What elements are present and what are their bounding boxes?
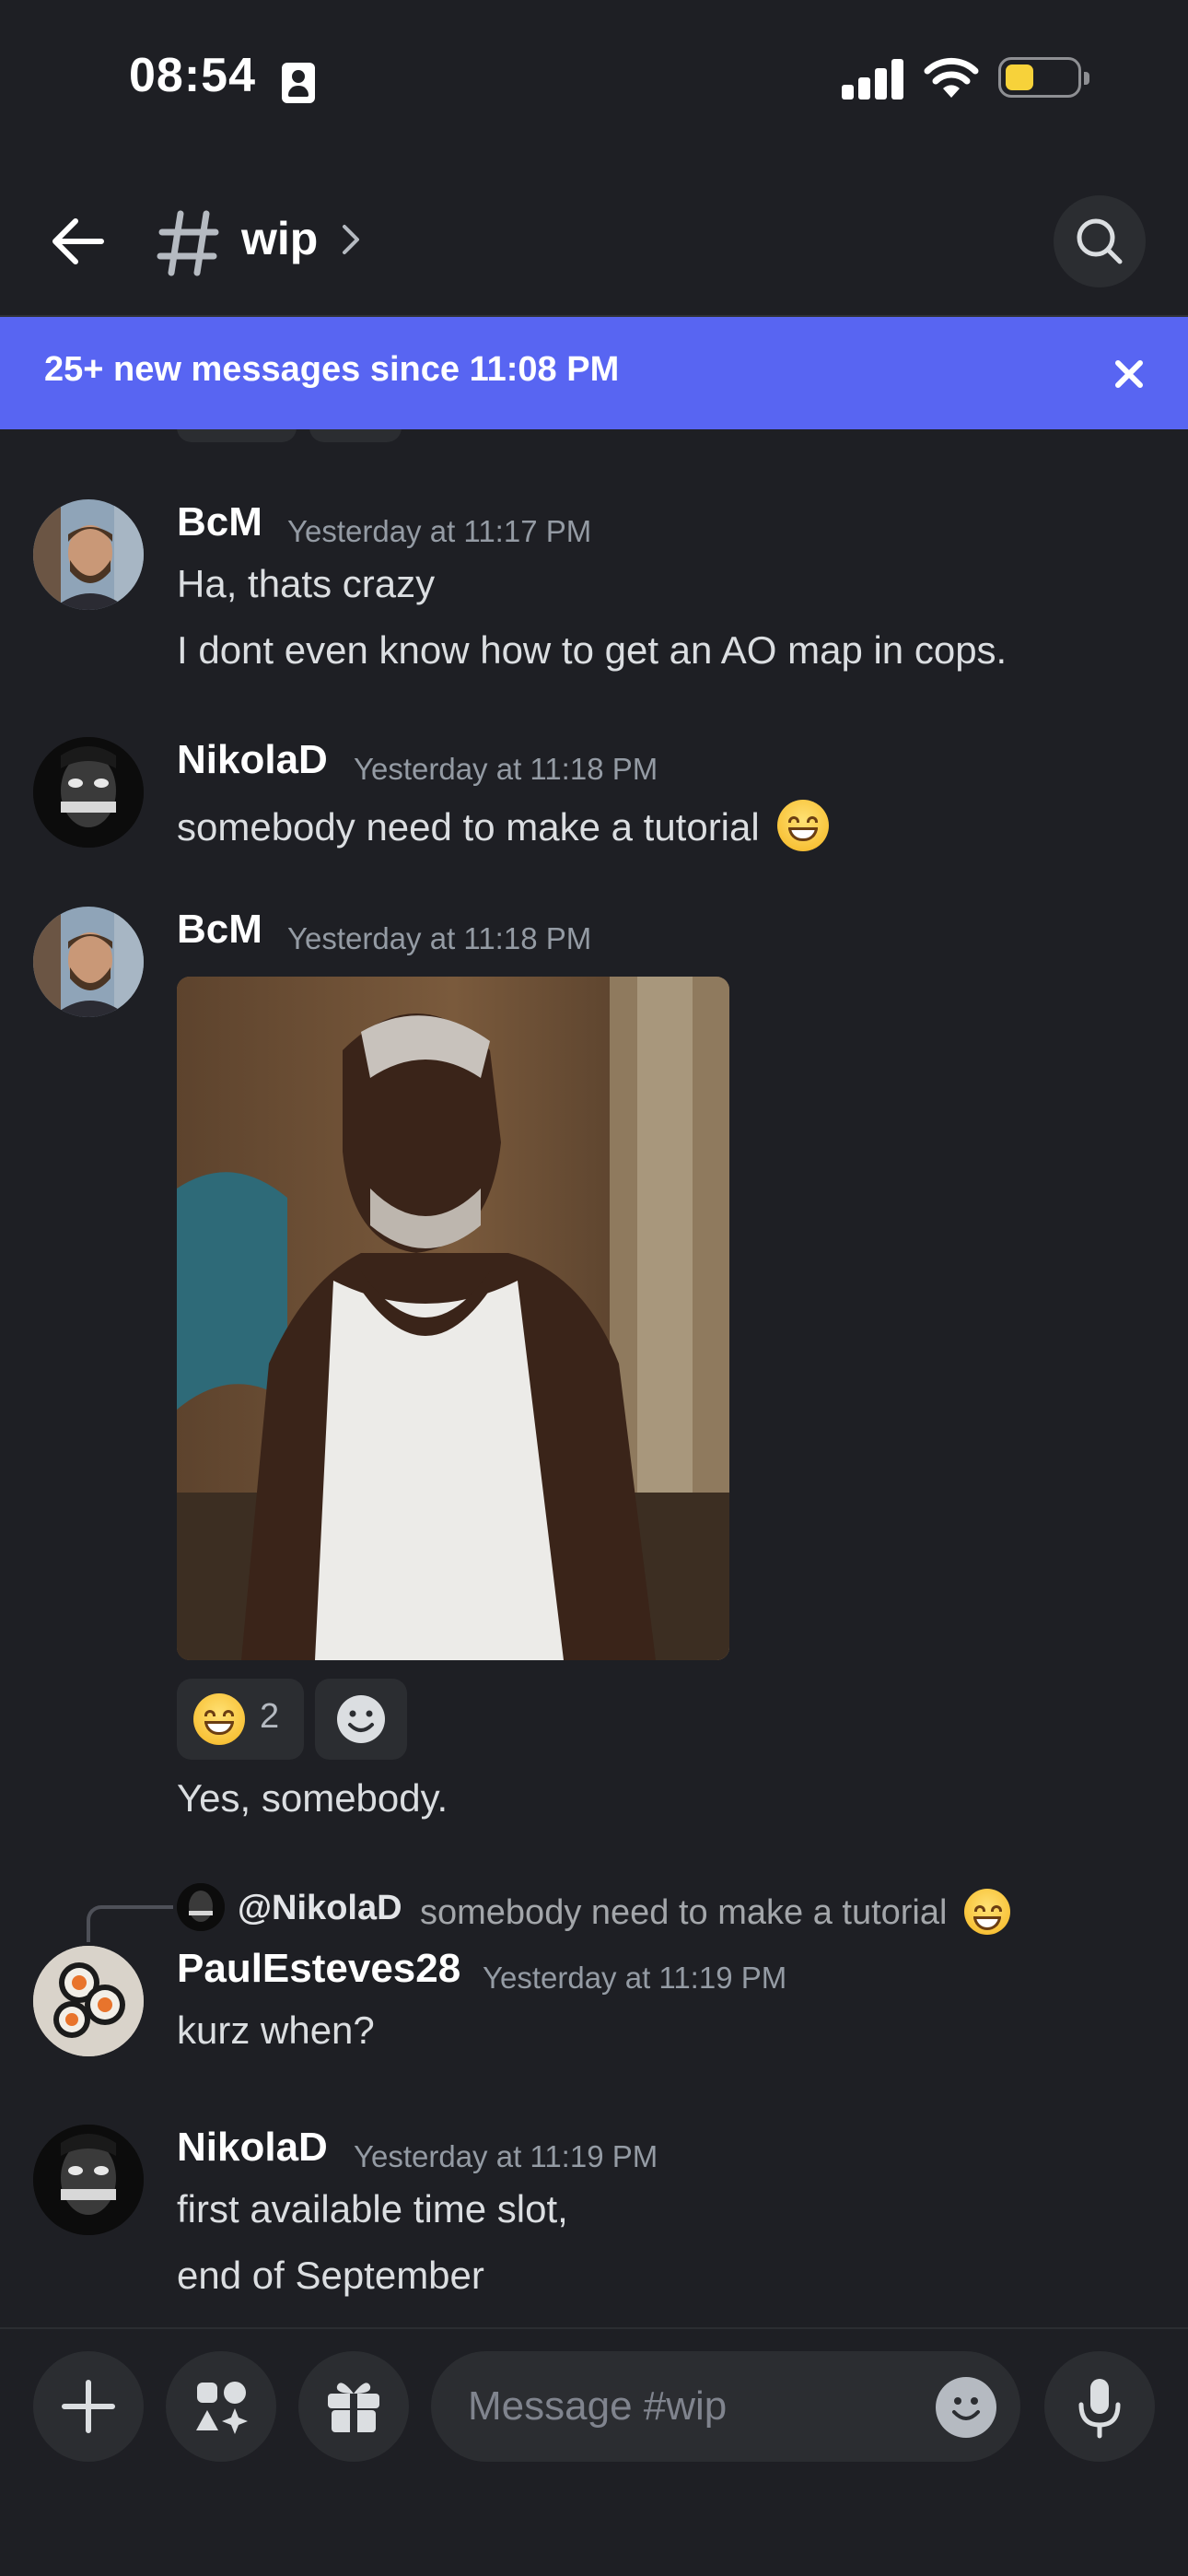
emoji-picker-button[interactable] [936, 2377, 996, 2438]
message-composer[interactable] [431, 2351, 1020, 2462]
message-text: somebody need to make a tutorial [177, 800, 830, 851]
username[interactable]: NikolaD [177, 737, 328, 783]
gift-icon [328, 2383, 379, 2432]
wifi-icon [924, 57, 979, 98]
timestamp: Yesterday at 11:17 PM [287, 514, 592, 548]
cellular-signal-icon [842, 59, 904, 100]
tears-of-joy-emoji [193, 1693, 245, 1745]
avatar[interactable] [33, 907, 144, 1017]
apps-icon [196, 2382, 248, 2434]
message-input[interactable] [468, 2377, 910, 2436]
reply-avatar [177, 1883, 225, 1931]
username[interactable]: NikolaD [177, 2125, 328, 2171]
battery-icon [998, 57, 1089, 98]
channel-hash-icon [157, 210, 219, 276]
message[interactable]: PaulEsteves28 Yesterday at 11:19 PM kurz… [0, 1946, 1188, 2056]
timestamp: Yesterday at 11:18 PM [287, 921, 592, 955]
message-text: Yes, somebody. [177, 1776, 448, 1820]
avatar[interactable] [33, 499, 144, 610]
message[interactable]: BcM Yesterday at 11:17 PM Ha, thats craz… [0, 499, 1188, 684]
message-text: Ha, thats crazy [177, 562, 436, 605]
reply-username[interactable]: @NikolaD [238, 1889, 402, 1928]
message-text: I dont even know how to get an AO map in… [177, 628, 1007, 672]
message-text: end of September [177, 2254, 484, 2297]
grinning-face-emoji [964, 1889, 1011, 1935]
gift-button[interactable] [298, 2351, 409, 2462]
apps-button[interactable] [166, 2351, 276, 2462]
message-text: first available time slot, [177, 2187, 568, 2231]
reaction-count: 2 [260, 1697, 280, 1736]
avatar-photo [33, 2125, 144, 2235]
message[interactable]: NikolaD Yesterday at 11:18 PM somebody n… [0, 737, 1188, 866]
avatar[interactable] [33, 2125, 144, 2235]
message-image-attachment[interactable] [177, 977, 729, 1660]
username[interactable]: BcM [177, 907, 262, 953]
username[interactable]: PaulEsteves28 [177, 1946, 460, 1992]
avatar[interactable] [33, 1946, 144, 2056]
add-reaction-button[interactable] [315, 1679, 407, 1760]
avatar-photo [33, 907, 144, 1017]
composer-divider [0, 2327, 1188, 2329]
channel-header: wip [0, 184, 1188, 313]
attachment-photo [177, 977, 729, 1660]
add-reaction-icon [337, 1695, 385, 1743]
username[interactable]: BcM [177, 499, 262, 545]
add-attachment-button[interactable] [33, 2351, 144, 2462]
close-icon[interactable] [1111, 356, 1147, 392]
timestamp: Yesterday at 11:19 PM [483, 1961, 787, 1995]
message-text-content: somebody need to make a tutorial [177, 805, 760, 849]
back-arrow-icon[interactable] [44, 212, 111, 271]
avatar[interactable] [33, 737, 144, 848]
message-text: kurz when? [177, 2008, 375, 2052]
voice-message-button[interactable] [1044, 2351, 1155, 2462]
message[interactable]: NikolaD Yesterday at 11:19 PM first avai… [0, 2125, 1188, 2309]
plus-icon [62, 2380, 115, 2433]
search-icon [1077, 218, 1123, 264]
avatar-photo [33, 1946, 144, 2056]
reply-spine [87, 1905, 173, 1942]
timestamp: Yesterday at 11:18 PM [354, 752, 658, 786]
reply-preview-text: somebody need to make a tutorial [420, 1893, 948, 1932]
reply-preview[interactable]: somebody need to make a tutorial [420, 1889, 1011, 1935]
timestamp: Yesterday at 11:19 PM [354, 2139, 658, 2173]
status-bar: 08:54 [0, 0, 1188, 157]
chevron-right-icon[interactable] [337, 219, 365, 260]
contact-card-icon [282, 63, 315, 103]
new-messages-text: 25+ new messages since 11:08 PM [44, 350, 620, 389]
microphone-icon [1078, 2379, 1121, 2439]
channel-name[interactable]: wip [241, 212, 318, 265]
emoji-icon [952, 2397, 980, 2420]
reaction-laughing[interactable]: 2 [177, 1679, 304, 1760]
avatar-photo [33, 499, 144, 610]
avatar-photo [33, 737, 144, 848]
search-button[interactable] [1054, 195, 1146, 287]
status-time: 08:54 [129, 49, 256, 102]
grinning-face-emoji [777, 800, 830, 851]
new-messages-banner[interactable]: 25+ new messages since 11:08 PM [0, 317, 1188, 429]
